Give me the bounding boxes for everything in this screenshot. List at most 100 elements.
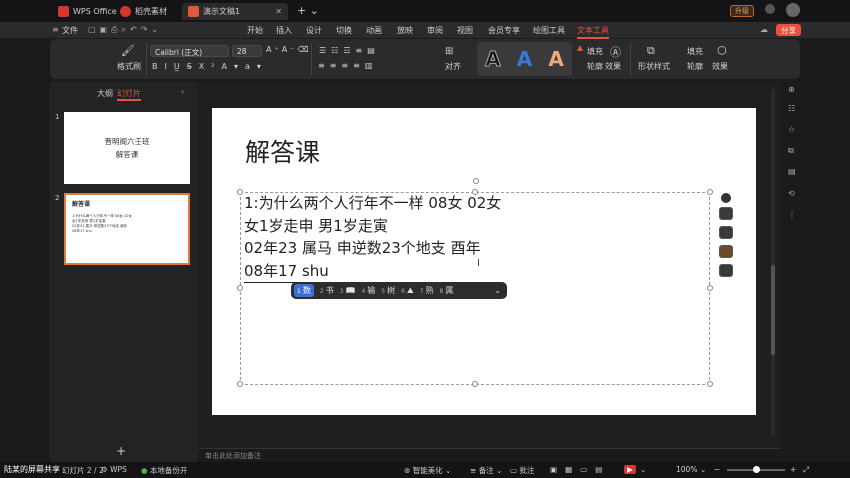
tab-wps-office[interactable]: WPS Office (52, 3, 123, 20)
more-icon[interactable]: ⋮ (788, 210, 796, 219)
document-icon[interactable]: ▤ (788, 167, 796, 176)
slide-title[interactable]: 解答课 (245, 133, 320, 169)
fit-window-icon[interactable]: ⤢ (803, 465, 809, 475)
cloud-icon[interactable]: ☁ (760, 25, 768, 34)
ime-candidate[interactable]: 4输 (361, 285, 375, 296)
shape-style-button[interactable]: 形状样式 (638, 61, 670, 72)
ime-candidate[interactable]: 3 📖 (340, 286, 356, 295)
text-style-blue[interactable]: A (517, 47, 532, 71)
ime-candidate[interactable]: 5树 (381, 285, 395, 296)
zoom-slider[interactable] (727, 466, 785, 473)
file-menu[interactable]: 文件 (62, 25, 78, 36)
text-effect-icon[interactable]: Ⓐ (610, 44, 621, 60)
minus-icon[interactable] (721, 193, 731, 203)
add-icon[interactable]: ⊕ (788, 85, 795, 94)
menu-design[interactable]: 设计 (306, 25, 322, 36)
menu-slideshow[interactable]: 放映 (397, 25, 413, 36)
rotate-handle[interactable] (473, 178, 479, 184)
resize-handle[interactable] (707, 285, 713, 291)
slide-canvas[interactable]: 解答课 1:为什么两个人行年不一样 08女 02女 女1岁走申 男1岁走寅 02… (212, 108, 756, 415)
wps-status[interactable]: ⚙ WPS (101, 465, 127, 474)
frame-icon[interactable] (719, 264, 733, 277)
resize-handle[interactable] (237, 285, 243, 291)
text-style-orange[interactable]: A (548, 47, 563, 71)
menu-view[interactable]: 视图 (457, 25, 473, 36)
shape-fill-button[interactable]: 填充 (687, 46, 703, 57)
settings-icon[interactable]: ☷ (788, 104, 795, 113)
menu-transition[interactable]: 切换 (336, 25, 352, 36)
menu-insert[interactable]: 插入 (276, 25, 292, 36)
menu-member[interactable]: 会员专享 (488, 25, 520, 36)
tab-daoke[interactable]: 稻壳素材 (114, 3, 173, 20)
shape-fill-icon[interactable] (719, 245, 733, 258)
zoom-slider-thumb[interactable] (753, 466, 760, 473)
text-style-gallery[interactable]: A A A (477, 42, 572, 76)
list-icons[interactable]: ☰☷☲≡▤ (319, 46, 380, 55)
resize-handle[interactable] (472, 189, 478, 195)
menu-text-tools[interactable]: 文本工具 (577, 25, 609, 39)
slide-thumbnail-1[interactable]: 晋明阁六壬班 解答课 (64, 112, 190, 184)
close-tab-icon[interactable]: ✕ (275, 7, 282, 16)
avatar[interactable] (765, 4, 775, 14)
add-slide-button[interactable]: + (116, 444, 126, 458)
text-fill-button[interactable]: 填充 (587, 46, 603, 57)
star-icon[interactable]: ☆ (788, 125, 795, 134)
play-options-icon[interactable]: ⌄ (640, 465, 646, 474)
shape-style-icon[interactable]: ⧉ (647, 44, 655, 58)
user-avatar-icon[interactable] (786, 3, 800, 17)
notes-area[interactable]: 单击此处添加备注 (198, 448, 781, 462)
slide-thumbnail-2[interactable]: 解答课 1:为什么两个人行年不一样 08女 02女 女1岁走申 男1岁走寅 02… (64, 193, 190, 265)
view-mode-icons[interactable]: ▣▦▭▤ (550, 465, 610, 474)
quick-access-icons[interactable]: ▢▣⎙⌕↶↷⌄ (88, 25, 162, 35)
collapse-panel-icon[interactable]: ‹ (181, 87, 184, 96)
tab-slides[interactable]: 幻灯片 (117, 88, 141, 101)
history-icon[interactable]: ⟲ (788, 189, 795, 198)
chevron-down-icon[interactable]: ⌄ (494, 286, 501, 295)
font-name-select[interactable]: Calibri (正文) (150, 45, 229, 57)
zoom-dropdown-icon[interactable]: ⌄ (700, 465, 706, 474)
layer-icon[interactable] (719, 207, 733, 220)
ime-candidate[interactable]: 7熟 (420, 285, 434, 296)
smart-beautify-button[interactable]: ⊛ 智能美化 ⌄ (404, 465, 451, 476)
resize-handle[interactable] (707, 381, 713, 387)
format-painter-icon[interactable]: 🖌 (121, 44, 135, 57)
align-icons[interactable]: ≡≡≡≡▥ (318, 61, 377, 70)
tab-presentation[interactable]: 演示文稿1 ✕ (182, 3, 288, 20)
menu-drawing-tools[interactable]: 绘图工具 (533, 25, 565, 36)
vertical-scrollbar[interactable] (771, 90, 775, 436)
ime-candidate[interactable]: 8属 (440, 285, 454, 296)
font-size-adjust-icons[interactable]: A⁺A⁻⌫ (266, 45, 312, 54)
menu-home[interactable]: 开始 (247, 25, 263, 36)
font-size-select[interactable]: 28 (232, 45, 262, 57)
resize-handle[interactable] (237, 381, 243, 387)
text-effect-button[interactable]: 效果 (605, 61, 621, 72)
resize-handle[interactable] (472, 381, 478, 387)
shape-effect-button[interactable]: 效果 (712, 61, 728, 72)
text-outline-button[interactable]: 轮廓 (587, 61, 603, 72)
zoom-out-icon[interactable]: − (714, 465, 720, 474)
shape-effect-icon[interactable]: ⬡ (717, 44, 727, 57)
shape-outline-button[interactable]: 轮廓 (687, 61, 703, 72)
format-painter-button[interactable]: 格式刷 (117, 61, 141, 72)
upgrade-button[interactable]: 升级 (730, 5, 754, 17)
text-style-black[interactable]: A (485, 47, 502, 72)
menu-review[interactable]: 审阅 (427, 25, 443, 36)
backup-status[interactable]: ● 本地备份开 (141, 465, 187, 476)
text-box-content[interactable]: 1:为什么两个人行年不一样 08女 02女 女1岁走申 男1岁走寅 02年23 … (244, 192, 501, 283)
share-button[interactable]: 分享 (776, 24, 801, 36)
tab-outline[interactable]: 大纲 (97, 88, 113, 99)
ime-candidate[interactable]: 6 ⛰ (401, 286, 414, 296)
pen-icon[interactable] (719, 226, 733, 239)
align-icon[interactable]: ⊞ (445, 46, 453, 57)
zoom-in-icon[interactable]: + (790, 465, 796, 474)
notes-toggle[interactable]: ≡ 备注 ⌄ (470, 465, 502, 476)
play-slideshow-button[interactable]: ▶ (624, 465, 636, 474)
ime-candidate-selected[interactable]: 1数 (294, 284, 314, 297)
resize-handle[interactable] (707, 189, 713, 195)
font-style-icons[interactable]: BIU̲S̶X²A▾a▾ (152, 62, 268, 71)
menu-animation[interactable]: 动画 (366, 25, 382, 36)
new-tab-button[interactable]: + ⌄ (297, 4, 319, 17)
resize-handle[interactable] (237, 189, 243, 195)
hamburger-icon[interactable]: ≡ (52, 25, 59, 34)
copy-icon[interactable]: ⧉ (788, 146, 794, 156)
